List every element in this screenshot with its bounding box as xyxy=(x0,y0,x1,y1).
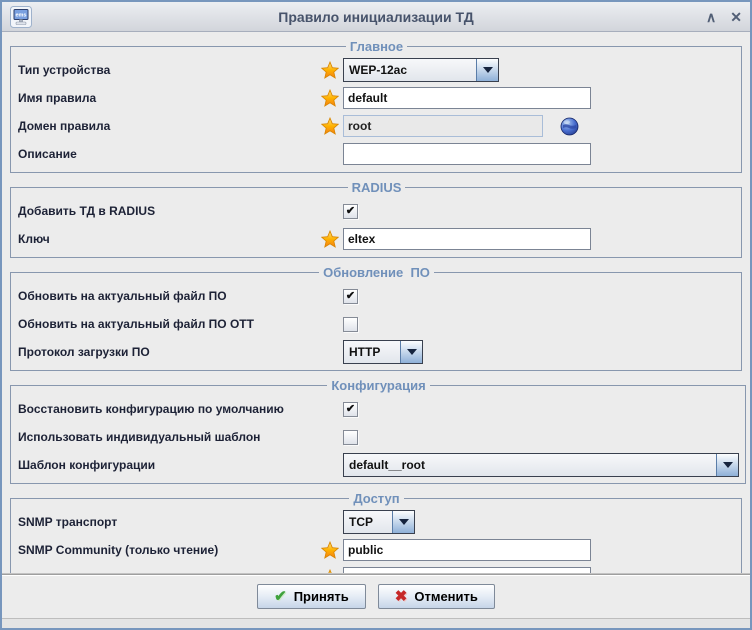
update-firmware-ott-label: Обновить на актуальный файл ПО ОТТ xyxy=(18,317,321,331)
form-row-description: Описание xyxy=(18,140,735,168)
form-row-rule-name: Имя правила xyxy=(18,84,735,112)
use-individual-template-checkbox[interactable]: ✔ xyxy=(343,430,358,445)
chevron-down-icon xyxy=(400,341,422,363)
firmware-protocol-select[interactable]: HTTP xyxy=(343,340,423,364)
update-firmware-ott-checkbox[interactable]: ✔ xyxy=(343,317,358,332)
section-main: Главное Тип устройства WEP-12ac Имя прав… xyxy=(10,39,742,173)
dialog-window: ems Правило инициализации ТД ∧ ✕ Главное… xyxy=(0,0,752,630)
snmp-community-rw-input[interactable] xyxy=(343,567,591,574)
check-icon: ✔ xyxy=(274,589,287,604)
required-star-icon xyxy=(321,89,339,107)
form-row-add-to-radius: Добавить ТД в RADIUS ✔ xyxy=(18,197,735,225)
window-bottom-edge xyxy=(2,618,750,628)
restore-default-config-label: Восстановить конфигурацию по умолчанию xyxy=(18,402,321,416)
button-bar: ✔ Принять ✖ Отменить xyxy=(2,574,750,618)
update-firmware-label: Обновить на актуальный файл ПО xyxy=(18,289,321,303)
check-icon: ✔ xyxy=(346,206,355,217)
form-content: Главное Тип устройства WEP-12ac Имя прав… xyxy=(2,32,750,574)
add-to-radius-checkbox[interactable]: ✔ xyxy=(343,204,358,219)
section-access: Доступ SNMP транспорт TCP SNMP Community… xyxy=(10,491,742,574)
section-firmware-legend: Обновление ПО xyxy=(319,265,434,280)
rule-domain-label: Домен правила xyxy=(18,119,321,133)
close-button[interactable]: ✕ xyxy=(730,7,742,27)
section-radius: RADIUS Добавить ТД в RADIUS ✔ Ключ xyxy=(10,180,742,258)
config-template-select[interactable]: default__root xyxy=(343,453,739,477)
required-star-icon xyxy=(321,117,339,135)
required-star-icon xyxy=(321,61,339,79)
form-row-update-firmware-ott: Обновить на актуальный файл ПО ОТТ ✔ xyxy=(18,310,735,338)
form-row-snmp-community-rw: SNMP Community (чтение/запись) xyxy=(18,564,735,574)
form-row-update-firmware: Обновить на актуальный файл ПО ✔ xyxy=(18,282,735,310)
chevron-down-icon xyxy=(716,454,738,476)
collapse-button[interactable]: ∧ xyxy=(706,7,716,27)
snmp-community-ro-label: SNMP Community (только чтение) xyxy=(18,543,321,557)
snmp-transport-label: SNMP транспорт xyxy=(18,515,321,529)
accept-button[interactable]: ✔ Принять xyxy=(257,584,366,609)
individual-template-label: Использовать индивидуальный шаблон xyxy=(18,430,321,444)
form-row-rule-domain: Домен правила xyxy=(18,112,735,140)
rule-domain-input xyxy=(343,115,543,137)
required-star-icon xyxy=(321,230,339,248)
accept-button-label: Принять xyxy=(294,589,349,604)
titlebar[interactable]: ems Правило инициализации ТД ∧ ✕ xyxy=(2,2,750,32)
ems-logo-icon: ems xyxy=(10,6,32,28)
restore-default-config-checkbox[interactable]: ✔ xyxy=(343,402,358,417)
radius-key-input[interactable] xyxy=(343,228,591,250)
check-icon: ✔ xyxy=(346,404,355,415)
section-access-legend: Доступ xyxy=(349,491,403,506)
device-type-select[interactable]: WEP-12ac xyxy=(343,58,499,82)
section-main-legend: Главное xyxy=(346,39,407,54)
cross-icon: ✖ xyxy=(395,589,408,604)
form-row-firmware-protocol: Протокол загрузки ПО HTTP xyxy=(18,338,735,366)
form-row-individual-template: Использовать индивидуальный шаблон ✔ xyxy=(18,423,739,451)
window-title: Правило инициализации ТД xyxy=(2,9,750,25)
form-row-device-type: Тип устройства WEP-12ac xyxy=(18,56,735,84)
section-radius-legend: RADIUS xyxy=(348,180,406,195)
form-row-snmp-transport: SNMP транспорт TCP xyxy=(18,508,735,536)
section-configuration-legend: Конфигурация xyxy=(327,378,429,393)
config-template-label: Шаблон конфигурации xyxy=(18,458,321,472)
device-type-label: Тип устройства xyxy=(18,63,321,77)
check-icon: ✔ xyxy=(346,291,355,302)
cancel-button[interactable]: ✖ Отменить xyxy=(378,584,495,609)
globe-icon xyxy=(560,117,579,136)
required-star-icon xyxy=(321,541,339,559)
add-to-radius-label: Добавить ТД в RADIUS xyxy=(18,204,321,218)
radius-key-label: Ключ xyxy=(18,232,321,246)
firmware-protocol-label: Протокол загрузки ПО xyxy=(18,345,321,359)
domain-picker-globe-button[interactable] xyxy=(560,117,579,136)
rule-name-label: Имя правила xyxy=(18,91,321,105)
form-row-config-template: Шаблон конфигурации default__root xyxy=(18,451,739,479)
svg-text:ems: ems xyxy=(15,12,26,18)
form-row-restore-default-config: Восстановить конфигурацию по умолчанию ✔ xyxy=(18,395,739,423)
section-configuration: Конфигурация Восстановить конфигурацию п… xyxy=(10,378,746,484)
snmp-transport-select[interactable]: TCP xyxy=(343,510,415,534)
update-firmware-checkbox[interactable]: ✔ xyxy=(343,289,358,304)
section-firmware-update: Обновление ПО Обновить на актуальный фай… xyxy=(10,265,742,371)
chevron-down-icon xyxy=(476,59,498,81)
chevron-down-icon xyxy=(392,511,414,533)
rule-name-input[interactable] xyxy=(343,87,591,109)
form-row-radius-key: Ключ xyxy=(18,225,735,253)
form-row-snmp-community-ro: SNMP Community (только чтение) xyxy=(18,536,735,564)
snmp-community-ro-input[interactable] xyxy=(343,539,591,561)
description-input[interactable] xyxy=(343,143,591,165)
cancel-button-label: Отменить xyxy=(414,589,478,604)
description-label: Описание xyxy=(18,147,321,161)
